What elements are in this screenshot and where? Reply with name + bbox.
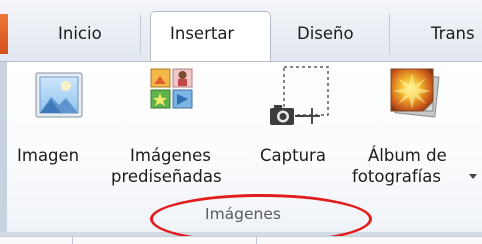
clip-art-icon [150,68,193,109]
insert-clip-art-label-line1: Imágenes [130,146,211,165]
insert-picture-label: Imagen [17,146,80,165]
tab-separator [140,14,141,54]
ribbon-tab-bar: Inicio Insertar Diseño Trans [0,0,482,65]
photo-album-icon [390,68,440,118]
tab-transiciones[interactable]: Trans [431,14,475,54]
divider [256,237,257,244]
screenshot-label: Captura [260,146,326,165]
dropdown-arrow-icon[interactable] [468,172,478,180]
insert-clip-art-label-line2: prediseñadas [111,167,222,186]
photo-album-label-line2: fotografías [352,167,441,186]
ribbon-left-edge [0,62,7,237]
tab-inicio[interactable]: Inicio [58,14,102,54]
file-tab-edge[interactable] [0,14,8,54]
tab-insertar[interactable]: Insertar [170,14,234,54]
powerpoint-ribbon-screenshot: Inicio Insertar Diseño Trans Imagen Imág… [0,0,482,244]
tab-diseno[interactable]: Diseño [297,14,354,54]
screenshot-icon [270,66,329,125]
tab-separator [389,14,390,54]
picture-icon [35,72,83,118]
photo-album-label-line1: Álbum de [368,146,447,165]
divider [72,237,73,244]
